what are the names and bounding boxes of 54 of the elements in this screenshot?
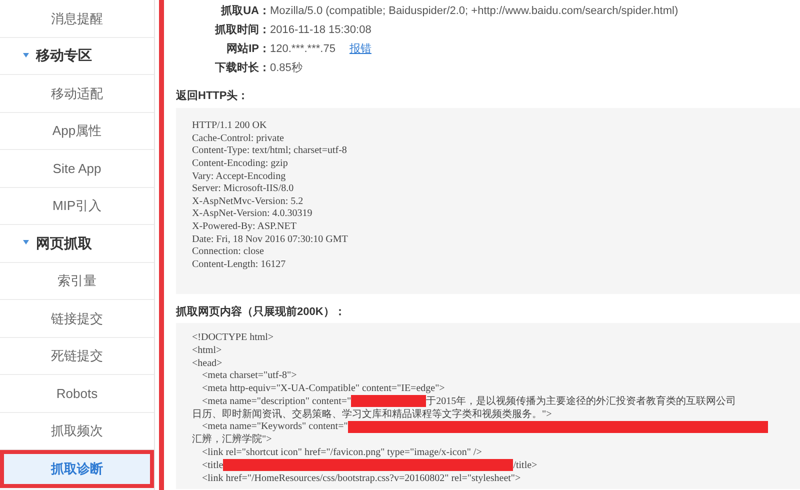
- code-line: X-Powered-By: ASP.NET: [192, 220, 298, 233]
- field-value: 0.85秒: [270, 61, 302, 76]
- field-label: 下载时长：: [214, 60, 270, 76]
- code-text: /title>: [513, 458, 538, 473]
- code-text: 于2015年，是以视频传播为主要途径的外汇投资者教育类的互联网公司: [426, 394, 736, 408]
- sidebar-item[interactable]: Robots: [0, 375, 154, 412]
- section-title: 抓取网页内容（只展现前200K）：: [176, 304, 346, 320]
- sidebar-item[interactable]: 抓取频次: [0, 412, 154, 450]
- field-label: 抓取时间：: [214, 22, 270, 38]
- sidebar-item[interactable]: 消息提醒: [0, 0, 154, 38]
- code-line: Vary: Accept-Encoding: [192, 170, 287, 182]
- code-line: Connection: close: [192, 245, 265, 258]
- code-text: <!DOCTYPE html>: [192, 330, 274, 345]
- code-line: X-AspNetMvc-Version: 5.2: [192, 195, 304, 208]
- code-line: Content-Type: text/html; charset=utf-8: [192, 144, 348, 158]
- sidebar-item[interactable]: 移动适配: [0, 75, 154, 112]
- field-value: 120.***.***.75: [270, 42, 336, 58]
- section-title: 返回HTTP头：: [176, 88, 250, 104]
- sidebar-item[interactable]: 链接提交: [0, 300, 154, 338]
- field-value: Mozilla/5.0 (compatible; Baiduspider/2.0; +http://www.baidu.com/search/spider.html): [270, 4, 678, 20]
- field-value: 2016-11-18 15:30:08: [270, 23, 372, 38]
- sidebar-item[interactable]: 死链提交: [0, 338, 154, 375]
- code-text: <link href="/HomeResources/css/bootstrap.css?v=20160802" rel="stylesheet">: [201, 472, 521, 486]
- group-title: 移动专区: [36, 46, 92, 66]
- code-text: <title: [201, 458, 224, 473]
- sidebar-group-header[interactable]: 移动专区: [0, 38, 154, 75]
- sidebar-item[interactable]: MIP引入: [0, 188, 154, 225]
- sidebar-group-header[interactable]: 网页抓取: [0, 225, 154, 262]
- code-line: Server: Microsoft-IIS/8.0: [192, 182, 295, 196]
- code-text: <html>: [192, 344, 222, 358]
- code-text: <link rel="shortcut icon" href="/favicon.png" type="image/x-icon" />: [201, 446, 482, 460]
- code-text: <meta name="Keywords" content=": [201, 420, 348, 434]
- caret-icon: [22, 240, 30, 246]
- group-title: 网页抓取: [36, 234, 92, 253]
- sidebar-item[interactable]: 抓取诊断: [0, 450, 154, 488]
- code-line: Date: Fri, 18 Nov 2016 07:30:10 GMT: [192, 232, 349, 246]
- code-line: Content-Length: 16127: [192, 258, 287, 271]
- report-error-link[interactable]: 报错: [349, 41, 372, 58]
- sidebar-item[interactable]: 索引量: [0, 262, 154, 300]
- field-label: 抓取UA：: [220, 4, 270, 20]
- sidebar-item[interactable]: Site App: [0, 150, 154, 188]
- code-text: 汇辨，汇辨学院">: [192, 432, 272, 448]
- code-line: X-AspNet-Version: 4.0.30319: [192, 208, 314, 220]
- code-line: Content-Encoding: gzip: [192, 157, 289, 170]
- sidebar-item[interactable]: App属性: [0, 112, 154, 150]
- caret-icon: [22, 52, 30, 59]
- code-text: <meta name="description" content=": [201, 394, 352, 408]
- code-line: HTTP/1.1 200 OK: [192, 120, 268, 132]
- code-text: <meta http-equiv="X-UA-Compatible" content="IE=edge">: [201, 382, 445, 396]
- code-text: 日历、即时新闻资讯、交易策略、学习文库和精品课程等文字类和视频类服务。">: [192, 408, 552, 422]
- code-line: Cache-Control: private: [192, 132, 285, 145]
- field-label: 网站IP：: [226, 42, 270, 58]
- code-text: <head>: [192, 356, 222, 370]
- code-text: <meta charset="utf-8">: [201, 369, 297, 384]
